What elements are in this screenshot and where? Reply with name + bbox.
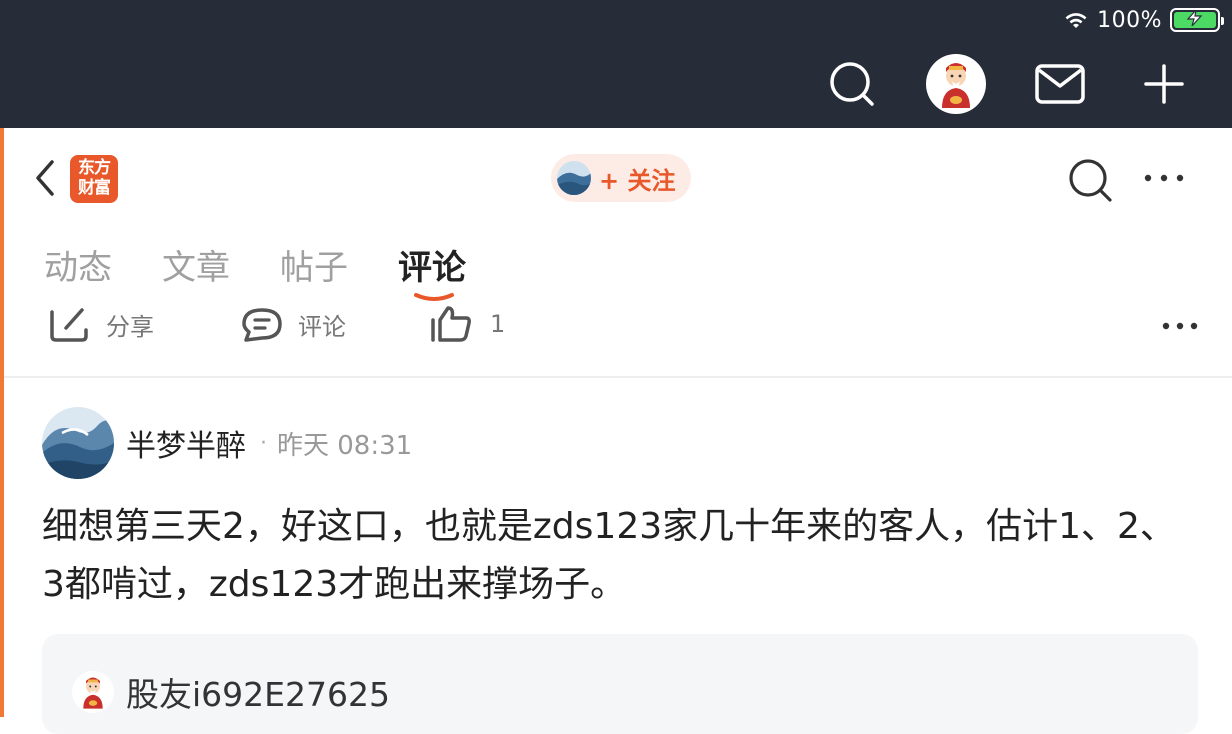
top-add-button[interactable] [1134, 54, 1194, 114]
follow-button[interactable]: + 关注 [551, 154, 691, 202]
tab-label: 动态 [44, 248, 112, 288]
search-icon [830, 62, 874, 106]
top-search-button[interactable] [822, 54, 882, 114]
tab-label: 文章 [162, 248, 230, 288]
profile-avatar [557, 161, 591, 195]
share-icon [50, 308, 88, 342]
quoted-user: 股友i692E27625 [72, 668, 390, 716]
fortune-god-avatar-icon [942, 63, 970, 108]
wave-avatar-icon [42, 407, 114, 479]
quoted-post[interactable]: 股友i692E27625 [42, 634, 1198, 734]
comment-icon [242, 308, 282, 342]
thumbs-up-icon [431, 306, 471, 342]
like-button[interactable]: 1 [428, 306, 505, 342]
card-search-icon[interactable] [1066, 156, 1114, 204]
top-bar: 100% [0, 0, 1232, 128]
back-button[interactable] [30, 158, 60, 198]
tab-posts[interactable]: 帖子 [280, 240, 348, 290]
post-more-icon[interactable] [1160, 314, 1200, 338]
tab-label: 评论 [398, 248, 466, 288]
tab-dynamics[interactable]: 动态 [44, 240, 112, 290]
wifi-icon [1065, 13, 1087, 28]
post-time: 昨天 08:31 [277, 430, 413, 461]
battery-icon [1170, 8, 1224, 32]
quoted-username[interactable]: 股友i692E27625 [126, 668, 390, 716]
charging-bolt-icon [1186, 10, 1203, 26]
logo-line1: 东方 [78, 158, 111, 178]
mail-icon [1035, 64, 1085, 104]
tab-articles[interactable]: 文章 [162, 240, 230, 290]
tab-label: 帖子 [280, 248, 348, 288]
post-body: 细想第三天2，好这口，也就是zds123家几十年来的客人，估计1、2、3都啃过，… [42, 506, 1176, 605]
content-card: 东方 财富 + 关注 动态 文章 帖子 评论 分享 评论 1 半梦半醉 · 昨天… [0, 128, 1232, 734]
tab-bar: 动态 文章 帖子 评论 [44, 240, 516, 301]
top-avatar-button[interactable] [926, 54, 986, 114]
post-header: 半梦半醉 · 昨天 08:31 [42, 407, 412, 479]
tab-comments[interactable]: 评论 [398, 240, 466, 301]
app-logo: 东方 财富 [70, 155, 118, 203]
top-mail-button[interactable] [1030, 54, 1090, 114]
battery-percent: 100% [1097, 7, 1162, 33]
status-bar: 100% [1063, 6, 1224, 34]
author-name[interactable]: 半梦半醉 [126, 421, 246, 465]
separator-dot: · [260, 430, 267, 456]
wave-avatar-icon [557, 161, 591, 195]
more-options-icon[interactable] [1142, 164, 1186, 192]
avatar [926, 54, 986, 114]
like-count: 1 [490, 310, 506, 338]
action-row: 分享 评论 1 [44, 306, 1204, 346]
comment-button[interactable]: 评论 [240, 306, 346, 342]
plus-icon [1144, 64, 1184, 104]
logo-line2: 财富 [78, 178, 111, 198]
fortune-god-avatar-icon [83, 677, 103, 709]
comment-label: 评论 [298, 312, 346, 341]
author-avatar[interactable] [42, 407, 114, 479]
share-label: 分享 [106, 312, 154, 341]
share-button[interactable]: 分享 [48, 306, 154, 342]
active-tab-indicator [414, 293, 454, 301]
quoted-user-avatar[interactable] [72, 671, 114, 713]
divider [4, 376, 1232, 378]
battery-nub [1221, 17, 1224, 25]
follow-label: + 关注 [599, 166, 676, 195]
